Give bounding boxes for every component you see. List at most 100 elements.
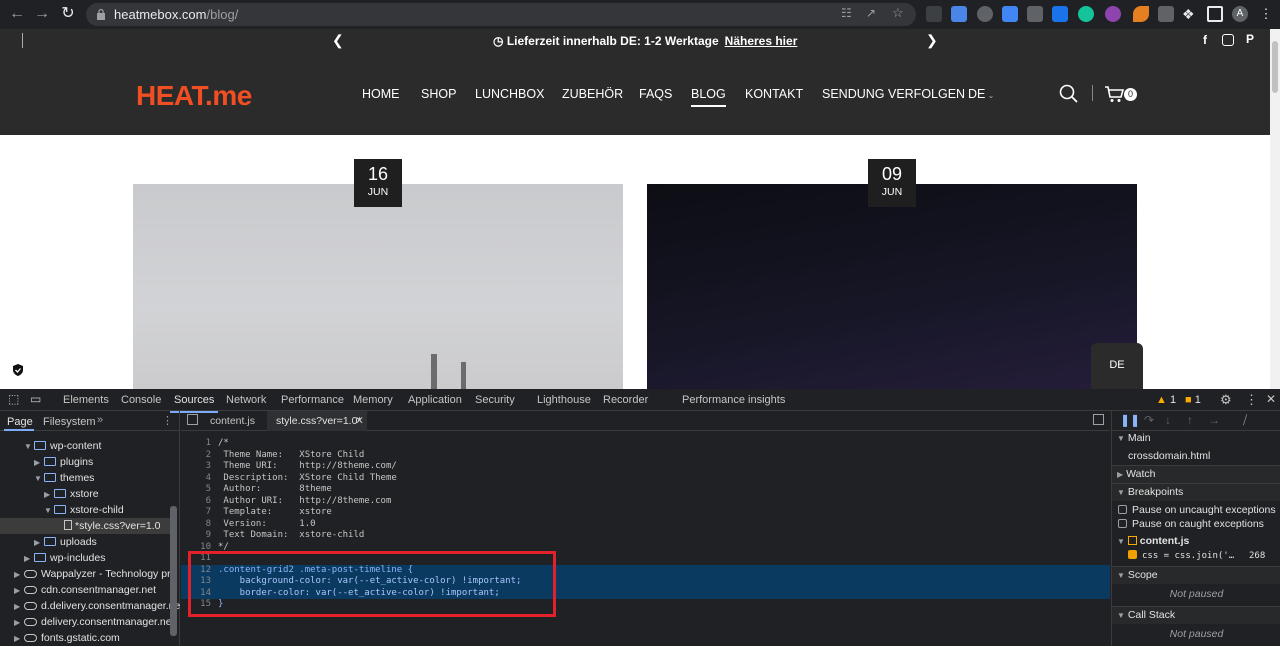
close-icon[interactable]: ✕ <box>1266 392 1276 406</box>
nav-home[interactable]: HOME <box>362 87 400 101</box>
tree-folder[interactable]: ▼ wp-content <box>0 438 170 454</box>
reload-icon[interactable]: ↻ <box>58 4 78 24</box>
editor-tab-style-css[interactable]: style.css?ver=1.0* <box>276 415 362 427</box>
tree-folder[interactable]: ▶ wp-includes <box>0 550 170 566</box>
tab-memory[interactable]: Memory <box>353 394 393 406</box>
navigator-scrollbar[interactable] <box>170 506 177 636</box>
tab-filesystem[interactable]: Filesystem <box>43 416 96 428</box>
navigator-menu-icon[interactable]: ⋮ <box>162 414 173 427</box>
extension-icon[interactable] <box>1133 6 1149 22</box>
more-info-link[interactable]: Näheres hier <box>725 34 798 48</box>
device-toolbar-icon[interactable]: ▭ <box>30 392 41 406</box>
tab-console[interactable]: Console <box>121 394 161 406</box>
cart-icon[interactable] <box>1104 85 1124 103</box>
logo[interactable]: HEAT.me <box>136 80 252 112</box>
tree-origin[interactable]: ▶ delivery.consentmanager.net <box>0 614 174 630</box>
section-watch[interactable]: ▶ Watch <box>1112 465 1280 483</box>
tab-performance[interactable]: Performance <box>281 394 344 406</box>
deactivate-breakpoints-icon[interactable]: ⧸ <box>1243 413 1247 428</box>
step-into-icon[interactable]: ↓ <box>1165 413 1171 427</box>
menu-icon[interactable]: ⋮ <box>1258 6 1274 22</box>
nav-faqs[interactable]: FAQS <box>639 87 672 101</box>
nav-zubehoer[interactable]: ZUBEHÖR <box>562 87 623 101</box>
tree-folder[interactable]: ▼ xstore-child <box>0 502 170 518</box>
breakpoint-entry[interactable]: css = css.join('… 268 <box>1112 548 1280 564</box>
sidebar-icon[interactable] <box>1207 6 1223 22</box>
grammarly-icon[interactable] <box>1078 6 1094 22</box>
section-call-stack[interactable]: ▼ Call Stack <box>1112 606 1280 624</box>
back-icon[interactable]: ← <box>7 4 27 24</box>
nav-lunchbox[interactable]: LUNCHBOX <box>475 87 544 101</box>
instagram-icon[interactable] <box>1222 34 1234 46</box>
search-icon[interactable] <box>1059 84 1079 104</box>
tree-file-selected[interactable]: *style.css?ver=1.0 <box>0 518 170 534</box>
page-scrollbar[interactable] <box>1270 29 1280 389</box>
translate-extension-icon[interactable] <box>1002 6 1018 22</box>
tree-folder[interactable]: ▶ plugins <box>0 454 170 470</box>
shield-icon[interactable] <box>10 362 26 378</box>
settings-gear-icon[interactable]: ⚙ <box>1220 392 1232 408</box>
close-tab-icon[interactable]: ✕ <box>355 415 364 427</box>
more-options-icon[interactable]: ⋮ <box>1245 392 1258 408</box>
globe-icon[interactable] <box>977 6 993 22</box>
tree-folder[interactable]: ▶ xstore <box>0 486 170 502</box>
puzzle-icon[interactable]: ❖ <box>1182 6 1198 22</box>
tab-application[interactable]: Application <box>408 394 462 406</box>
facebook-icon[interactable]: f <box>1203 33 1207 47</box>
avatar[interactable]: A <box>1232 6 1248 22</box>
tab-lighthouse[interactable]: Lighthouse <box>537 394 591 406</box>
post-image[interactable] <box>647 184 1137 389</box>
camera-icon[interactable] <box>1027 6 1043 22</box>
tab-page[interactable]: Page <box>7 416 33 428</box>
nav-sendung-verfolgen[interactable]: SENDUNG VERFOLGEN <box>822 87 965 101</box>
tree-origin[interactable]: ▶ fonts.gstatic.com <box>0 630 170 646</box>
issues-icon[interactable]: ■ 1 <box>1185 394 1201 406</box>
nav-language[interactable]: DE ⌄ <box>968 87 994 101</box>
tab-sources[interactable]: Sources <box>169 394 219 413</box>
nav-shop[interactable]: SHOP <box>421 87 456 101</box>
language-popup[interactable]: DE <box>1091 343 1143 389</box>
extension-icon[interactable] <box>951 6 967 22</box>
thread-main[interactable]: ▼ Main <box>1112 430 1280 447</box>
share-icon[interactable]: ↗ <box>866 6 876 20</box>
pause-icon[interactable]: ❚❚ <box>1120 413 1140 427</box>
inspect-icon[interactable]: ⬚ <box>8 392 19 406</box>
nav-blog[interactable]: BLOG <box>691 87 726 107</box>
tree-origin[interactable]: ▶ Wappalyzer - Technology pro <box>0 566 176 582</box>
extension-badge-icon[interactable] <box>1105 6 1121 22</box>
scrollbar-thumb[interactable] <box>1272 41 1278 93</box>
extension-icon[interactable] <box>926 6 942 22</box>
chevron-right-icon[interactable]: ❯ <box>926 32 938 49</box>
tree-folder[interactable]: ▼ themes <box>0 470 170 486</box>
step-over-icon[interactable]: ↷ <box>1144 413 1154 427</box>
tab-recorder[interactable]: Recorder <box>603 394 648 406</box>
editor-tab-content-js[interactable]: content.js <box>210 415 255 427</box>
new-extension-icon[interactable] <box>1052 6 1068 22</box>
tab-performance-insights[interactable]: Performance insights <box>682 394 785 406</box>
tab-elements[interactable]: Elements <box>63 394 109 406</box>
tab-network[interactable]: Network <box>226 394 266 406</box>
translate-icon[interactable]: ☷ <box>841 6 852 20</box>
pinterest-icon[interactable]: P <box>1246 32 1254 46</box>
step-icon[interactable]: → <box>1208 413 1220 427</box>
extension-icon[interactable] <box>1158 6 1174 22</box>
section-scope[interactable]: ▼ Scope <box>1112 566 1280 584</box>
chevron-left-icon[interactable]: ❮ <box>332 32 344 49</box>
warning-icon[interactable]: ▲ 1 <box>1156 394 1176 406</box>
forward-icon[interactable]: → <box>32 4 52 24</box>
tree-folder[interactable]: ▶ uploads <box>0 534 170 550</box>
tab-security[interactable]: Security <box>475 394 515 406</box>
address-bar[interactable]: heatmebox.com/blog/ ☷ ↗ ☆ <box>86 3 916 26</box>
pause-caught-checkbox[interactable]: Pause on caught exceptions <box>1112 516 1280 532</box>
section-breakpoints[interactable]: ▼ Breakpoints <box>1112 483 1280 501</box>
nav-kontakt[interactable]: KONTAKT <box>745 87 803 101</box>
tree-origin[interactable]: ▶ cdn.consentmanager.net <box>0 582 170 598</box>
toggle-navigator-icon[interactable] <box>187 414 198 425</box>
toggle-debugger-icon[interactable] <box>1093 414 1104 425</box>
thread-frame[interactable]: crossdomain.html <box>1112 448 1280 464</box>
step-out-icon[interactable]: ↑ <box>1187 413 1193 427</box>
more-tabs-icon[interactable]: » <box>97 414 103 426</box>
tree-origin[interactable]: ▶ d.delivery.consentmanager.ne <box>0 598 180 614</box>
post-image[interactable] <box>133 184 623 389</box>
bookmark-star-icon[interactable]: ☆ <box>892 5 904 21</box>
